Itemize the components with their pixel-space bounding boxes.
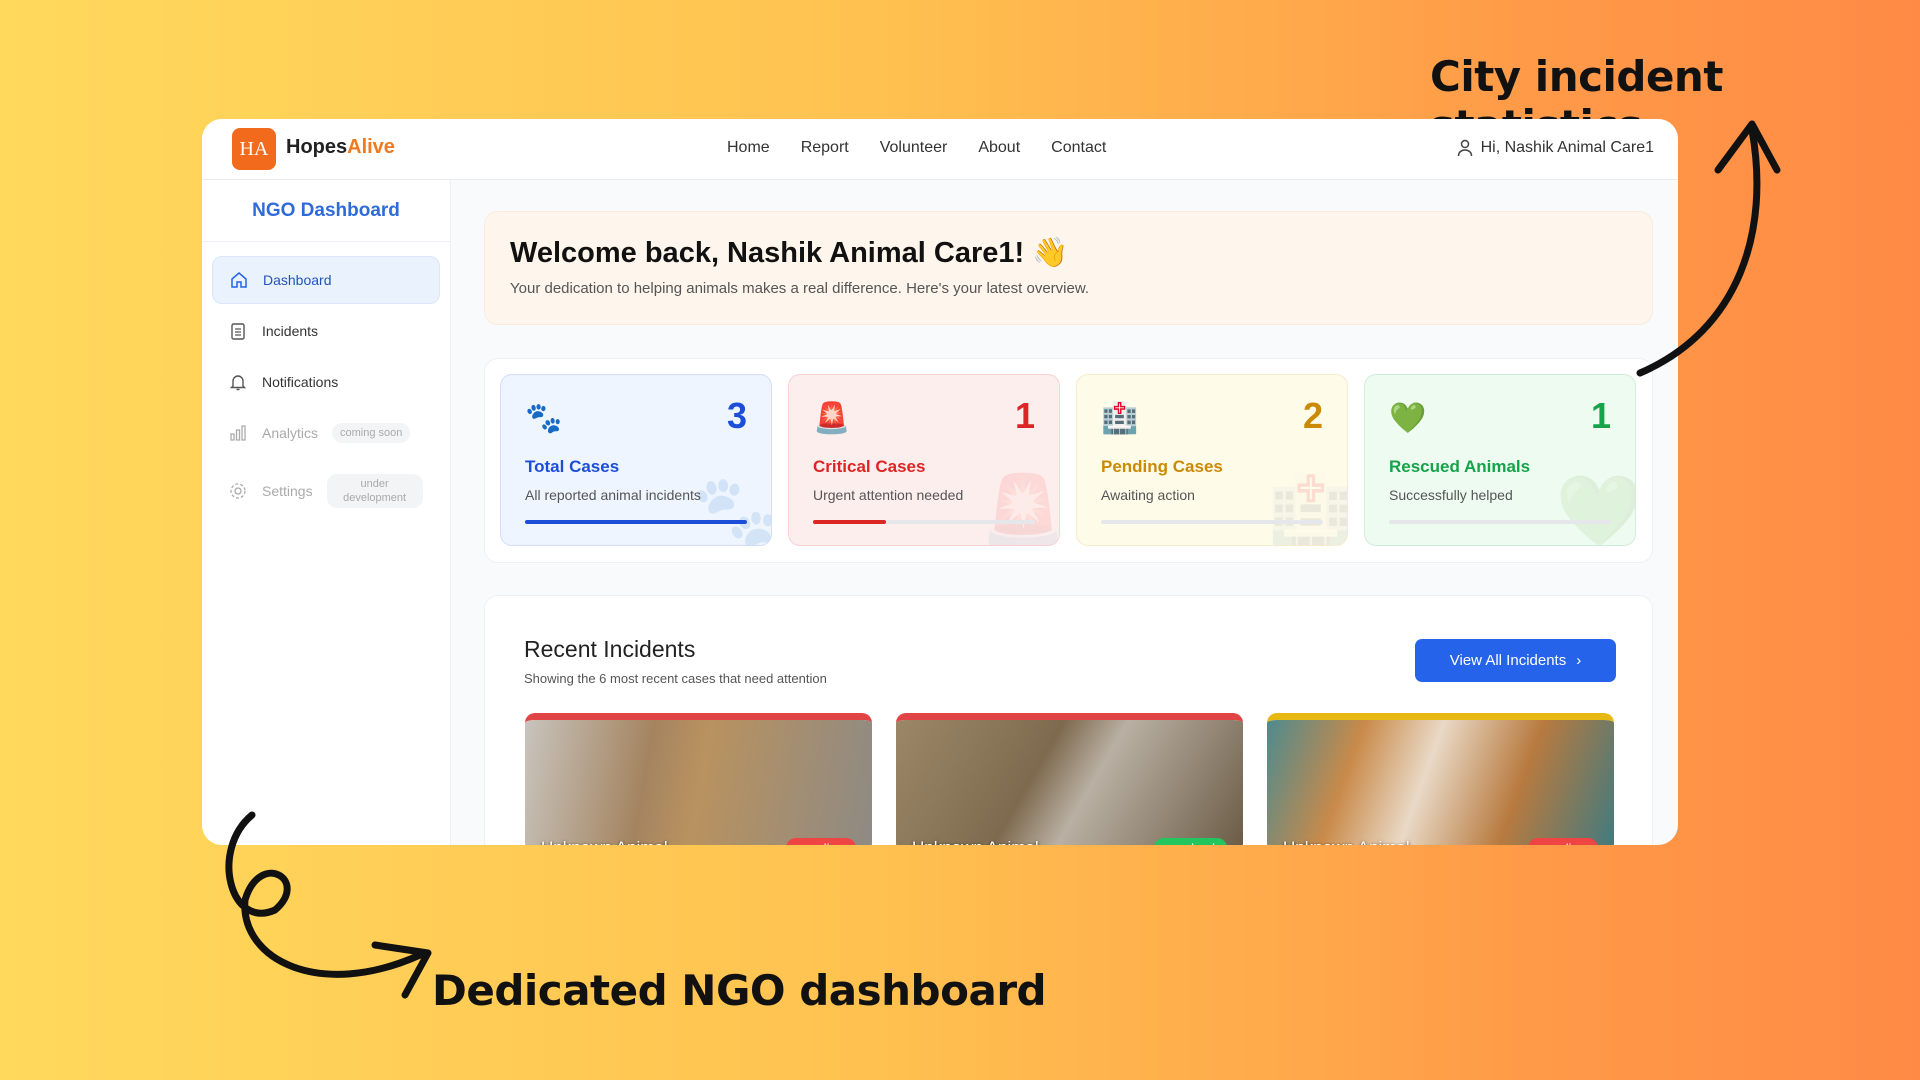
under-development-badge: under development: [326, 473, 423, 509]
stats-panel: 🐾 🐾 3 Total Cases All reported animal in…: [484, 358, 1653, 563]
incident-photo: [525, 720, 872, 845]
sidebar-item-analytics[interactable]: Analytics coming soon: [212, 409, 440, 457]
user-menu[interactable]: Hi, Nashik Animal Care1: [1457, 139, 1654, 157]
coming-soon-badge: coming soon: [332, 422, 411, 444]
stat-icon: 🚨: [813, 402, 851, 435]
stat-description: All reported animal incidents: [525, 487, 701, 503]
sidebar-item-label: Settings: [262, 483, 313, 499]
welcome-subtitle: Your dedication to helping animals makes…: [510, 280, 1090, 297]
stat-progress-fill: [525, 520, 747, 524]
app-window: HA HopesAlive Home Report Volunteer Abou…: [202, 119, 1678, 845]
bell-icon: [229, 375, 247, 391]
incident-photo: [896, 720, 1243, 845]
recent-incidents-subtitle: Showing the 6 most recent cases that nee…: [524, 671, 827, 686]
button-label: View All Incidents: [1449, 652, 1567, 669]
stat-value: 1: [1590, 395, 1611, 436]
brand-part-accent: Alive: [347, 136, 395, 158]
top-navbar: HA HopesAlive Home Report Volunteer Abou…: [202, 119, 1678, 180]
incident-animal-name: Unknown Animal: [541, 838, 668, 845]
stat-value: 1: [1014, 395, 1035, 436]
brand-part: Hopes: [286, 136, 348, 158]
stat-label: Critical Cases: [813, 457, 926, 476]
stat-description: Awaiting action: [1101, 487, 1195, 503]
nav-about[interactable]: About: [978, 139, 1020, 157]
stat-card[interactable]: 💚 💚 1 Rescued Animals Successfully helpe…: [1364, 374, 1636, 546]
welcome-banner: Welcome back, Nashik Animal Care1! 👋 You…: [484, 211, 1653, 325]
sidebar-item-label: Dashboard: [263, 272, 332, 288]
stat-description: Urgent attention needed: [813, 487, 964, 503]
view-all-incidents-button[interactable]: View All Incidents ›: [1415, 639, 1616, 682]
sidebar-item-label: Analytics: [262, 425, 319, 441]
sidebar-item-label: Incidents: [262, 323, 319, 339]
stat-value: 3: [726, 395, 747, 436]
sidebar: NGO Dashboard Dashboard Incidents Notifi…: [202, 180, 451, 845]
stat-card[interactable]: 🚨 🚨 1 Critical Cases Urgent attention ne…: [788, 374, 1060, 546]
stat-watermark-icon: 💚: [1555, 472, 1636, 546]
incident-animal-name: Unknown Animal: [1283, 838, 1410, 845]
sidebar-item-label: Notifications: [262, 374, 339, 390]
stat-progress-fill: [813, 520, 887, 524]
stat-watermark-icon: 🚨: [979, 472, 1060, 546]
incident-status-badge: pending: [1527, 838, 1598, 845]
stat-label: Pending Cases: [1101, 457, 1223, 476]
user-icon: [1457, 139, 1472, 157]
arrow-head-bottom: [371, 941, 432, 999]
stat-progress-bar: [1389, 520, 1611, 524]
stat-icon: 💚: [1389, 402, 1427, 435]
chevron-right-icon: ›: [1576, 652, 1582, 669]
bar-chart-icon: [230, 425, 246, 441]
nav-contact[interactable]: Contact: [1051, 139, 1106, 157]
sidebar-item-incidents[interactable]: Incidents: [212, 307, 440, 355]
stat-progress-bar: [525, 520, 747, 524]
incident-card[interactable]: Unknown Animal resolved: [896, 713, 1243, 845]
stat-icon: 🐾: [525, 402, 563, 435]
incident-status-badge: resolved: [1153, 838, 1227, 845]
nav-volunteer[interactable]: Volunteer: [880, 139, 948, 157]
incident-card[interactable]: Unknown Animal pending: [1267, 713, 1614, 845]
stat-label: Rescued Animals: [1389, 457, 1531, 476]
stat-icon: 🏥: [1101, 402, 1139, 435]
sidebar-title: NGO Dashboard: [202, 180, 450, 242]
nav-home[interactable]: Home: [727, 139, 770, 157]
recent-incidents-title: Recent Incidents: [524, 636, 696, 662]
user-greeting: Hi, Nashik Animal Care1: [1480, 139, 1654, 156]
main-nav: Home Report Volunteer About Contact: [727, 139, 1106, 157]
logo[interactable]: HA: [232, 128, 276, 170]
nav-report[interactable]: Report: [801, 139, 849, 157]
recent-incidents-panel: Recent Incidents Showing the 6 most rece…: [484, 595, 1653, 845]
sidebar-item-settings[interactable]: Settings under development: [212, 467, 440, 515]
stat-watermark-icon: 🐾: [691, 472, 772, 546]
sidebar-item-notifications[interactable]: Notifications: [212, 358, 440, 406]
stat-value: 2: [1302, 395, 1323, 436]
stat-description: Successfully helped: [1389, 487, 1513, 503]
gear-icon: [230, 483, 246, 499]
home-icon: [231, 272, 247, 288]
stat-card[interactable]: 🐾 🐾 3 Total Cases All reported animal in…: [500, 374, 772, 546]
sidebar-item-dashboard[interactable]: Dashboard: [212, 256, 440, 304]
stat-progress-bar: [1101, 520, 1323, 524]
brand-name[interactable]: HopesAlive: [286, 136, 395, 159]
clipboard-icon: [231, 323, 245, 340]
incident-card[interactable]: Unknown Animal pending: [525, 713, 872, 845]
stat-watermark-icon: 🏥: [1267, 472, 1348, 546]
stat-label: Total Cases: [525, 457, 620, 476]
incident-animal-name: Unknown Animal: [912, 838, 1039, 845]
stat-card[interactable]: 🏥 🏥 2 Pending Cases Awaiting action: [1076, 374, 1348, 546]
welcome-title: Welcome back, Nashik Animal Care1! 👋: [510, 237, 1069, 269]
stat-progress-bar: [813, 520, 1035, 524]
incident-photo: [1267, 720, 1614, 845]
incident-status-badge: pending: [785, 838, 856, 845]
annotation-ngo-dashboard: Dedicated NGO dashboard: [432, 966, 1047, 1015]
